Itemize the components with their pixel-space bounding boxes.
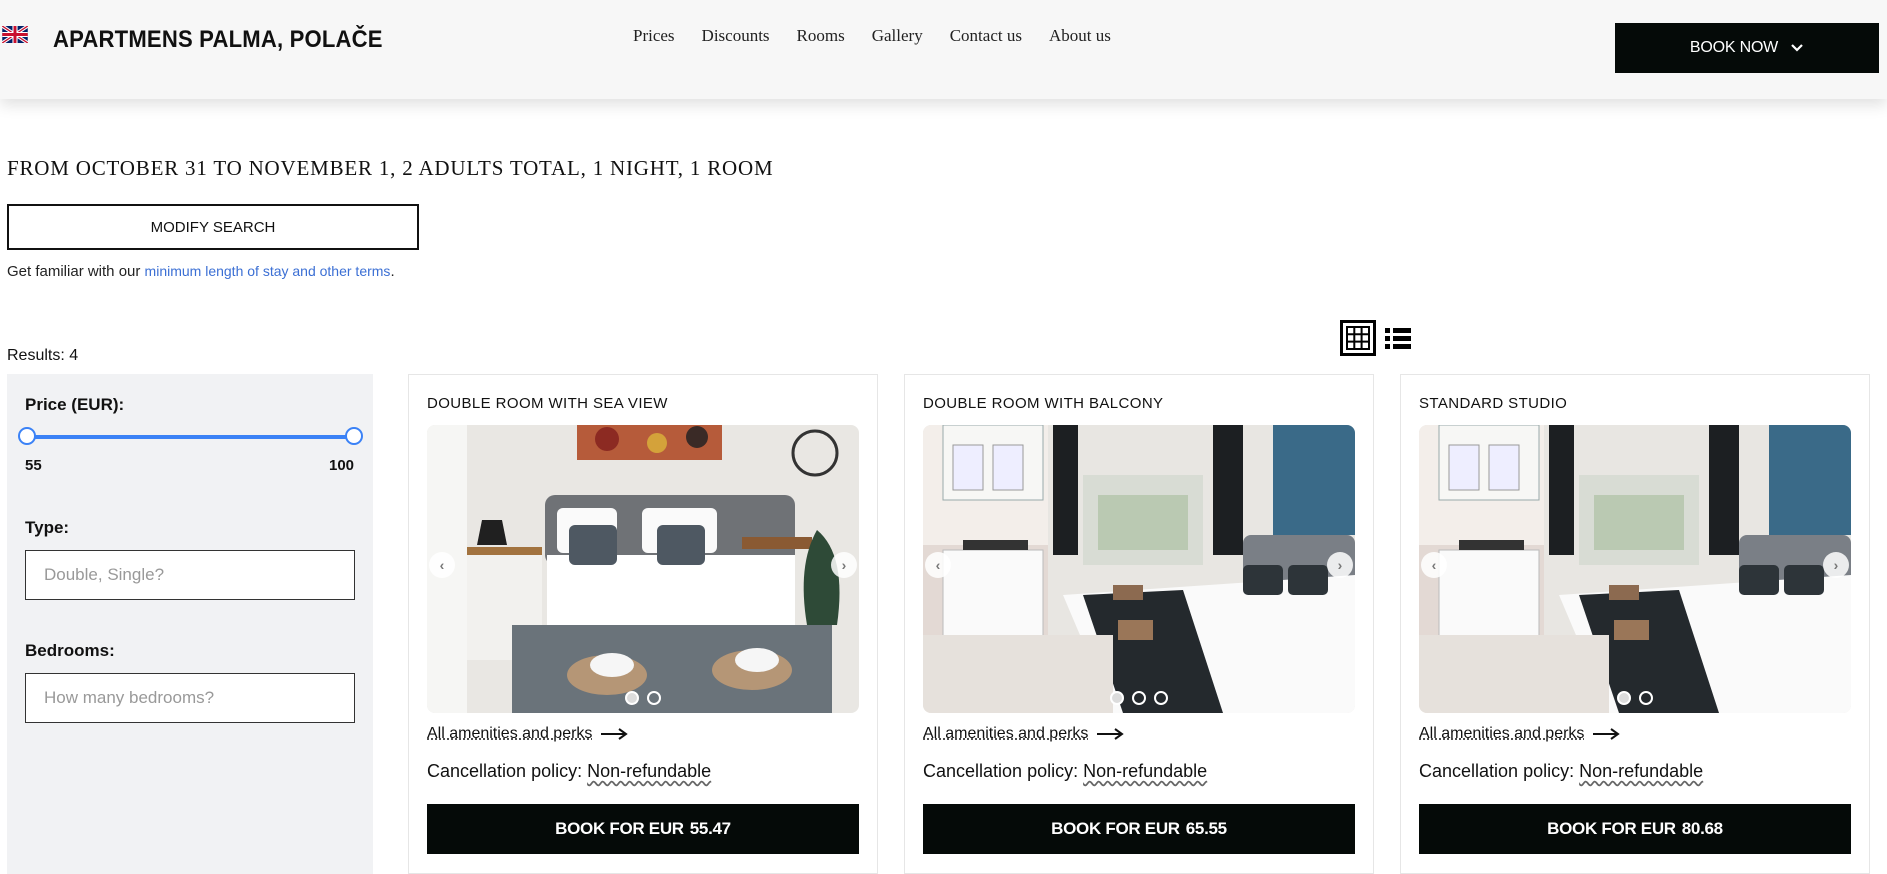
modify-search-button[interactable]: MODIFY SEARCH	[7, 204, 419, 250]
book-room-button[interactable]: BOOK FOR EUR 65.55	[923, 804, 1355, 854]
cancellation-value[interactable]: Non-refundable	[587, 761, 711, 781]
room-card: STANDARD STUDIO ‹ › All amenities and pe…	[1400, 374, 1870, 874]
price-slider-track[interactable]	[25, 435, 357, 439]
price-slider-max-handle[interactable]	[345, 427, 363, 445]
chevron-down-icon	[1791, 44, 1803, 52]
room-photo-carousel[interactable]: ‹ ›	[1419, 425, 1851, 713]
search-summary: FROM OCTOBER 31 TO NOVEMBER 1, 2 ADULTS …	[7, 156, 774, 180]
book-room-button[interactable]: BOOK FOR EUR 80.68	[1419, 804, 1851, 854]
list-view-icon[interactable]	[1384, 325, 1412, 351]
cancellation-label: Cancellation policy:	[1419, 761, 1580, 781]
book-now-label: BOOK NOW	[1689, 39, 1779, 56]
uk-flag-icon[interactable]	[2, 26, 28, 43]
price-filter-label: Price (EUR):	[25, 395, 125, 414]
room-title: DOUBLE ROOM WITH BALCONY	[923, 395, 1164, 412]
room-photo-carousel[interactable]: ‹ ›	[923, 425, 1355, 713]
room-title: STANDARD STUDIO	[1419, 395, 1568, 412]
carousel-dot[interactable]	[1639, 691, 1653, 705]
amenities-link[interactable]: All amenities and perks	[427, 725, 629, 743]
nav-about-us[interactable]: About us	[1049, 26, 1111, 46]
amenities-link[interactable]: All amenities and perks	[1419, 725, 1621, 743]
type-filter-label: Type:	[25, 518, 70, 537]
room-price: 65.55	[1185, 819, 1227, 838]
results-count: Results: 4	[7, 347, 79, 364]
book-label: BOOK FOR EUR	[1547, 819, 1676, 838]
room-price: 55.47	[689, 819, 731, 838]
cancellation-policy: Cancellation policy: Non-refundable	[427, 761, 711, 782]
price-max-value: 100	[329, 457, 355, 474]
room-title: DOUBLE ROOM WITH SEA VIEW	[427, 395, 668, 412]
nav-prices[interactable]: Prices	[633, 26, 675, 46]
carousel-dot[interactable]	[647, 691, 661, 705]
book-label: BOOK FOR EUR	[555, 819, 684, 838]
type-input[interactable]	[25, 550, 355, 600]
cancellation-label: Cancellation policy:	[427, 761, 588, 781]
terms-suffix: .	[390, 263, 395, 280]
site-header: APARTMENS PALMA, POLAČE Prices Discounts…	[0, 0, 1887, 99]
grid-view-icon[interactable]	[1340, 320, 1376, 356]
view-toggle	[1340, 320, 1412, 356]
cancellation-policy: Cancellation policy: Non-refundable	[923, 761, 1207, 782]
carousel-dot[interactable]	[1617, 691, 1631, 705]
terms-note: Get familiar with our minimum length of …	[7, 263, 395, 280]
filter-sidebar: Price (EUR): 55 100 Type: Bedrooms:	[7, 374, 373, 874]
carousel-dots	[427, 691, 859, 705]
room-photo	[923, 425, 1355, 713]
carousel-dots	[1419, 691, 1851, 705]
room-photo	[427, 425, 859, 713]
carousel-prev-button[interactable]: ‹	[429, 552, 455, 578]
amenities-label: All amenities and perks	[1419, 725, 1585, 742]
carousel-prev-button[interactable]: ‹	[1421, 552, 1447, 578]
carousel-dot[interactable]	[1154, 691, 1168, 705]
room-price: 80.68	[1681, 819, 1723, 838]
main-nav: Prices Discounts Rooms Gallery Contact u…	[633, 26, 1138, 46]
price-slider-min-handle[interactable]	[18, 427, 36, 445]
terms-prefix: Get familiar with our	[7, 263, 145, 280]
nav-rooms[interactable]: Rooms	[797, 26, 845, 46]
cancellation-value[interactable]: Non-refundable	[1579, 761, 1703, 781]
nav-contact-us[interactable]: Contact us	[950, 26, 1022, 46]
room-card: DOUBLE ROOM WITH SEA VIEW ‹ › All amenit…	[408, 374, 878, 874]
carousel-dot[interactable]	[1110, 691, 1124, 705]
price-min-value: 55	[25, 457, 42, 474]
carousel-next-button[interactable]: ›	[1823, 552, 1849, 578]
book-label: BOOK FOR EUR	[1051, 819, 1180, 838]
carousel-dot[interactable]	[625, 691, 639, 705]
amenities-label: All amenities and perks	[923, 725, 1089, 742]
arrow-right-icon	[601, 728, 629, 740]
room-photo-carousel[interactable]: ‹ ›	[427, 425, 859, 713]
carousel-dot[interactable]	[1132, 691, 1146, 705]
site-title[interactable]: APARTMENS PALMA, POLAČE	[53, 26, 383, 54]
bedrooms-input[interactable]	[25, 673, 355, 723]
room-card: DOUBLE ROOM WITH BALCONY ‹ › All ameniti…	[904, 374, 1374, 874]
nav-discounts[interactable]: Discounts	[702, 26, 770, 46]
cancellation-policy: Cancellation policy: Non-refundable	[1419, 761, 1703, 782]
arrow-right-icon	[1097, 728, 1125, 740]
book-now-button[interactable]: BOOK NOW	[1615, 23, 1879, 73]
bedrooms-filter-label: Bedrooms:	[25, 641, 115, 660]
carousel-next-button[interactable]: ›	[1327, 552, 1353, 578]
cancellation-value[interactable]: Non-refundable	[1083, 761, 1207, 781]
cancellation-label: Cancellation policy:	[923, 761, 1084, 781]
carousel-dots	[923, 691, 1355, 705]
nav-gallery[interactable]: Gallery	[872, 26, 923, 46]
amenities-link[interactable]: All amenities and perks	[923, 725, 1125, 743]
carousel-prev-button[interactable]: ‹	[925, 552, 951, 578]
terms-link[interactable]: minimum length of stay and other terms	[145, 263, 391, 279]
amenities-label: All amenities and perks	[427, 725, 593, 742]
carousel-next-button[interactable]: ›	[831, 552, 857, 578]
room-photo	[1419, 425, 1851, 713]
book-room-button[interactable]: BOOK FOR EUR 55.47	[427, 804, 859, 854]
arrow-right-icon	[1593, 728, 1621, 740]
